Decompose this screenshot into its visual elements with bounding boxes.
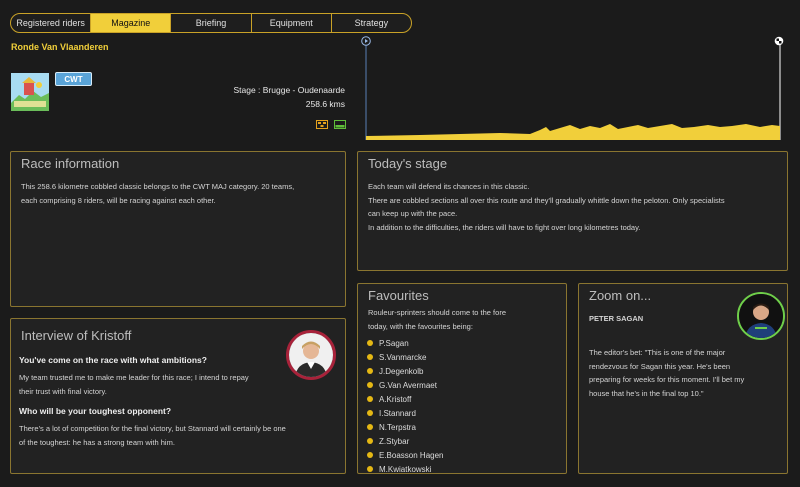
text-line: My team trusted me to make me leader for… xyxy=(19,373,249,382)
rider-name: J.Degenkolb xyxy=(379,366,424,376)
tab-briefing[interactable]: Briefing xyxy=(170,14,250,32)
zoom-text: The editor's bet: "This is one of the ma… xyxy=(589,346,744,400)
todays-stage-text: Each team will defend its chances in thi… xyxy=(368,180,725,234)
text-line: their trust with final victory. xyxy=(19,386,107,396)
interview-question-2: Who will be your toughest opponent? xyxy=(19,406,172,416)
bullet-icon xyxy=(367,438,373,444)
tab-equipment[interactable]: Equipment xyxy=(250,14,331,32)
race-information-panel: Race information This 258.6 kilometre co… xyxy=(10,151,346,307)
text-line: of the toughest: he has a strong team wi… xyxy=(19,437,175,447)
favourites-intro: Rouleur-sprinters should come to the for… xyxy=(368,306,506,333)
text-line: today, with the favourites being: xyxy=(368,321,473,331)
bullet-icon xyxy=(367,354,373,360)
tab-magazine[interactable]: Magazine xyxy=(90,14,171,32)
text-line: This 258.6 kilometre cobbled classic bel… xyxy=(21,182,295,191)
panel-title: Today's stage xyxy=(368,156,448,171)
text-line: In addition to the difficulties, the rid… xyxy=(368,222,641,232)
text-line: Each team will defend its chances in thi… xyxy=(368,182,530,191)
panel-title: Race information xyxy=(21,156,120,171)
panel-title: Interview of Kristoff xyxy=(21,328,132,343)
favourite-item[interactable]: G.Van Avermaet xyxy=(367,378,444,392)
profile-elevation xyxy=(366,124,780,140)
text-line: house that he's in the final top 10." xyxy=(589,388,704,398)
rider-name: A.Kristoff xyxy=(379,394,412,404)
race-title: Ronde Van Vlaanderen xyxy=(11,42,109,52)
bullet-icon xyxy=(367,340,373,346)
bullet-icon xyxy=(367,396,373,402)
rider-name: P.Sagan xyxy=(379,338,409,348)
rider-name: M.Kwiatkowski xyxy=(379,464,432,474)
favourites-list: P.Sagan S.Vanmarcke J.Degenkolb G.Van Av… xyxy=(367,336,444,476)
rider-name: G.Van Avermaet xyxy=(379,380,437,390)
favourite-item[interactable]: S.Vanmarcke xyxy=(367,350,444,364)
interview-question-1: You've come on the race with what ambiti… xyxy=(19,355,207,365)
tab-registered-riders[interactable]: Registered riders xyxy=(11,14,90,32)
stage-distance: 258.6 kms xyxy=(305,99,345,109)
favourite-item[interactable]: A.Kristoff xyxy=(367,392,444,406)
interview-answer-1: My team trusted me to make me leader for… xyxy=(19,371,249,398)
rider-name: I.Stannard xyxy=(379,408,416,418)
finish-flag-icon xyxy=(774,33,784,46)
bullet-icon xyxy=(367,410,373,416)
interview-answer-2: There's a lot of competition for the fin… xyxy=(19,422,286,449)
text-line: Rouleur-sprinters should come to the for… xyxy=(368,308,506,317)
text-line: each comprising 8 riders, will be racing… xyxy=(21,195,216,205)
favourite-item[interactable]: Z.Stybar xyxy=(367,434,444,448)
bullet-icon xyxy=(367,368,373,374)
kristoff-avatar xyxy=(286,330,336,380)
rider-name: S.Vanmarcke xyxy=(379,352,427,362)
text-line: The editor's bet: "This is one of the ma… xyxy=(589,348,726,357)
sagan-avatar xyxy=(737,292,785,340)
text-line: rendezvous for Sagan this year. He's bee… xyxy=(589,361,731,371)
bullet-icon xyxy=(367,466,373,472)
zoom-panel: Zoom on... PETER SAGAN The editor's bet:… xyxy=(578,283,788,474)
rider-name: Z.Stybar xyxy=(379,436,410,446)
rider-name: N.Terpstra xyxy=(379,422,416,432)
bullet-icon xyxy=(367,382,373,388)
interview-panel: Interview of Kristoff You've come on the… xyxy=(10,318,346,474)
text-line: can keep up with the pace. xyxy=(368,209,458,218)
favourite-item[interactable]: P.Sagan xyxy=(367,336,444,350)
category-badge: CWT xyxy=(55,72,92,86)
panel-title: Favourites xyxy=(368,288,429,303)
text-line: There are cobbled sections all over this… xyxy=(368,195,725,205)
tab-bar: Registered riders Magazine Briefing Equi… xyxy=(10,13,412,33)
favourite-item[interactable]: N.Terpstra xyxy=(367,420,444,434)
favourite-item[interactable]: E.Boasson Hagen xyxy=(367,448,444,462)
race-logo xyxy=(11,73,49,111)
rider-name: E.Boasson Hagen xyxy=(379,450,444,460)
cobbles-icon xyxy=(316,116,328,129)
stage-name: Stage : Brugge - Oudenaarde xyxy=(233,85,345,95)
favourite-item[interactable]: I.Stannard xyxy=(367,406,444,420)
race-information-text: This 258.6 kilometre cobbled classic bel… xyxy=(21,180,294,207)
panel-title: Zoom on... xyxy=(589,288,652,303)
text-line: preparing for weeks for this moment. I'l… xyxy=(589,375,745,384)
bullet-icon xyxy=(367,424,373,430)
text-line: There's a lot of competition for the fin… xyxy=(19,424,286,433)
start-marker-icon xyxy=(361,33,371,46)
favourite-item[interactable]: J.Degenkolb xyxy=(367,364,444,378)
favourite-item[interactable]: M.Kwiatkowski xyxy=(367,462,444,476)
stage-profile xyxy=(365,38,781,140)
todays-stage-panel: Today's stage Each team will defend its … xyxy=(357,151,788,271)
bullet-icon xyxy=(367,452,373,458)
flat-terrain-icon xyxy=(334,116,346,129)
zoom-rider-name: PETER SAGAN xyxy=(589,314,644,323)
